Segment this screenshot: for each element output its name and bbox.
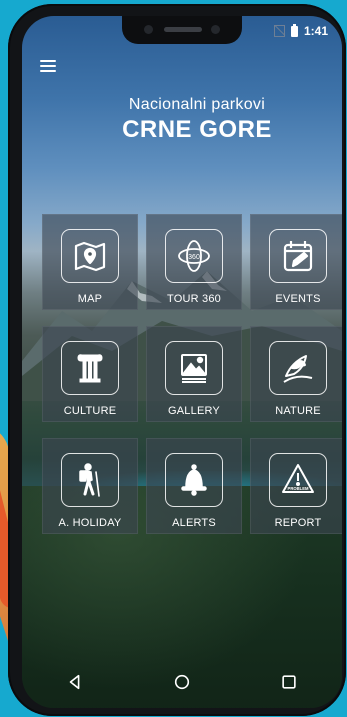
sensor-icon [211,25,220,34]
phone-frame: 1:41 Nacionalni parkovi CRNE GORE MAP 36… [8,4,346,716]
back-icon [70,674,80,690]
brand-title: CRNE GORE [122,116,272,143]
tour-360-badge: 360 [188,254,200,261]
recents-button[interactable] [269,662,309,702]
report-badge: PROBLEM [288,486,309,491]
tile-active-holiday[interactable]: A. HOLIDAY [42,438,138,534]
home-icon [174,674,190,690]
menu-icon-line [40,70,56,72]
tile-label: TOUR 360 [167,293,221,305]
app-brand: Nacionalni parkovi CRNE GORE [82,96,312,144]
hiker-icon [61,453,119,507]
tile-label: REPORT [274,517,322,529]
tile-label: NATURE [275,405,321,417]
tile-label: EVENTS [275,293,321,305]
tile-label: A. HOLIDAY [58,517,122,529]
tile-label: MAP [77,293,103,305]
tile-map[interactable]: MAP [42,214,138,310]
tile-report[interactable]: PROBLEM REPORT [250,438,342,534]
notch [122,16,242,44]
menu-grid: MAP 360 TOUR 360 EVENTS CULTURE GALLERY … [42,214,342,534]
brand-subtitle: Nacionalni parkovi [128,96,266,113]
tile-culture[interactable]: CULTURE [42,326,138,422]
camera-icon [144,25,153,34]
status-time: 1:41 [303,24,328,38]
hamburger-menu-button[interactable] [40,60,56,72]
bell-icon [165,453,223,507]
menu-icon-line [40,65,56,67]
calendar-icon [269,229,327,283]
image-icon [165,341,223,395]
battery-icon [290,23,298,37]
tile-tour-360[interactable]: 360 TOUR 360 [146,214,242,310]
column-icon [61,341,119,395]
map-icon [61,229,119,283]
recents-icon [281,675,296,689]
tile-alerts[interactable]: ALERTS [146,438,242,534]
speaker-grille [164,27,202,32]
tile-events[interactable]: EVENTS [250,214,342,310]
no-sim-icon [273,25,285,37]
android-nav-bar [22,656,342,708]
app-screen: 1:41 Nacionalni parkovi CRNE GORE MAP 36… [22,16,342,708]
back-button[interactable] [55,662,95,702]
tile-label: GALLERY [168,405,220,417]
tile-label: ALERTS [172,517,216,529]
menu-icon-line [40,60,56,62]
home-button[interactable] [162,662,202,702]
bird-icon [269,341,327,395]
status-bar: 1:41 [273,23,328,38]
tile-label: CULTURE [63,405,117,417]
tile-gallery[interactable]: GALLERY [146,326,242,422]
warning-icon: PROBLEM [269,453,327,507]
tile-nature[interactable]: NATURE [250,326,342,422]
tour360-icon: 360 [165,229,223,283]
